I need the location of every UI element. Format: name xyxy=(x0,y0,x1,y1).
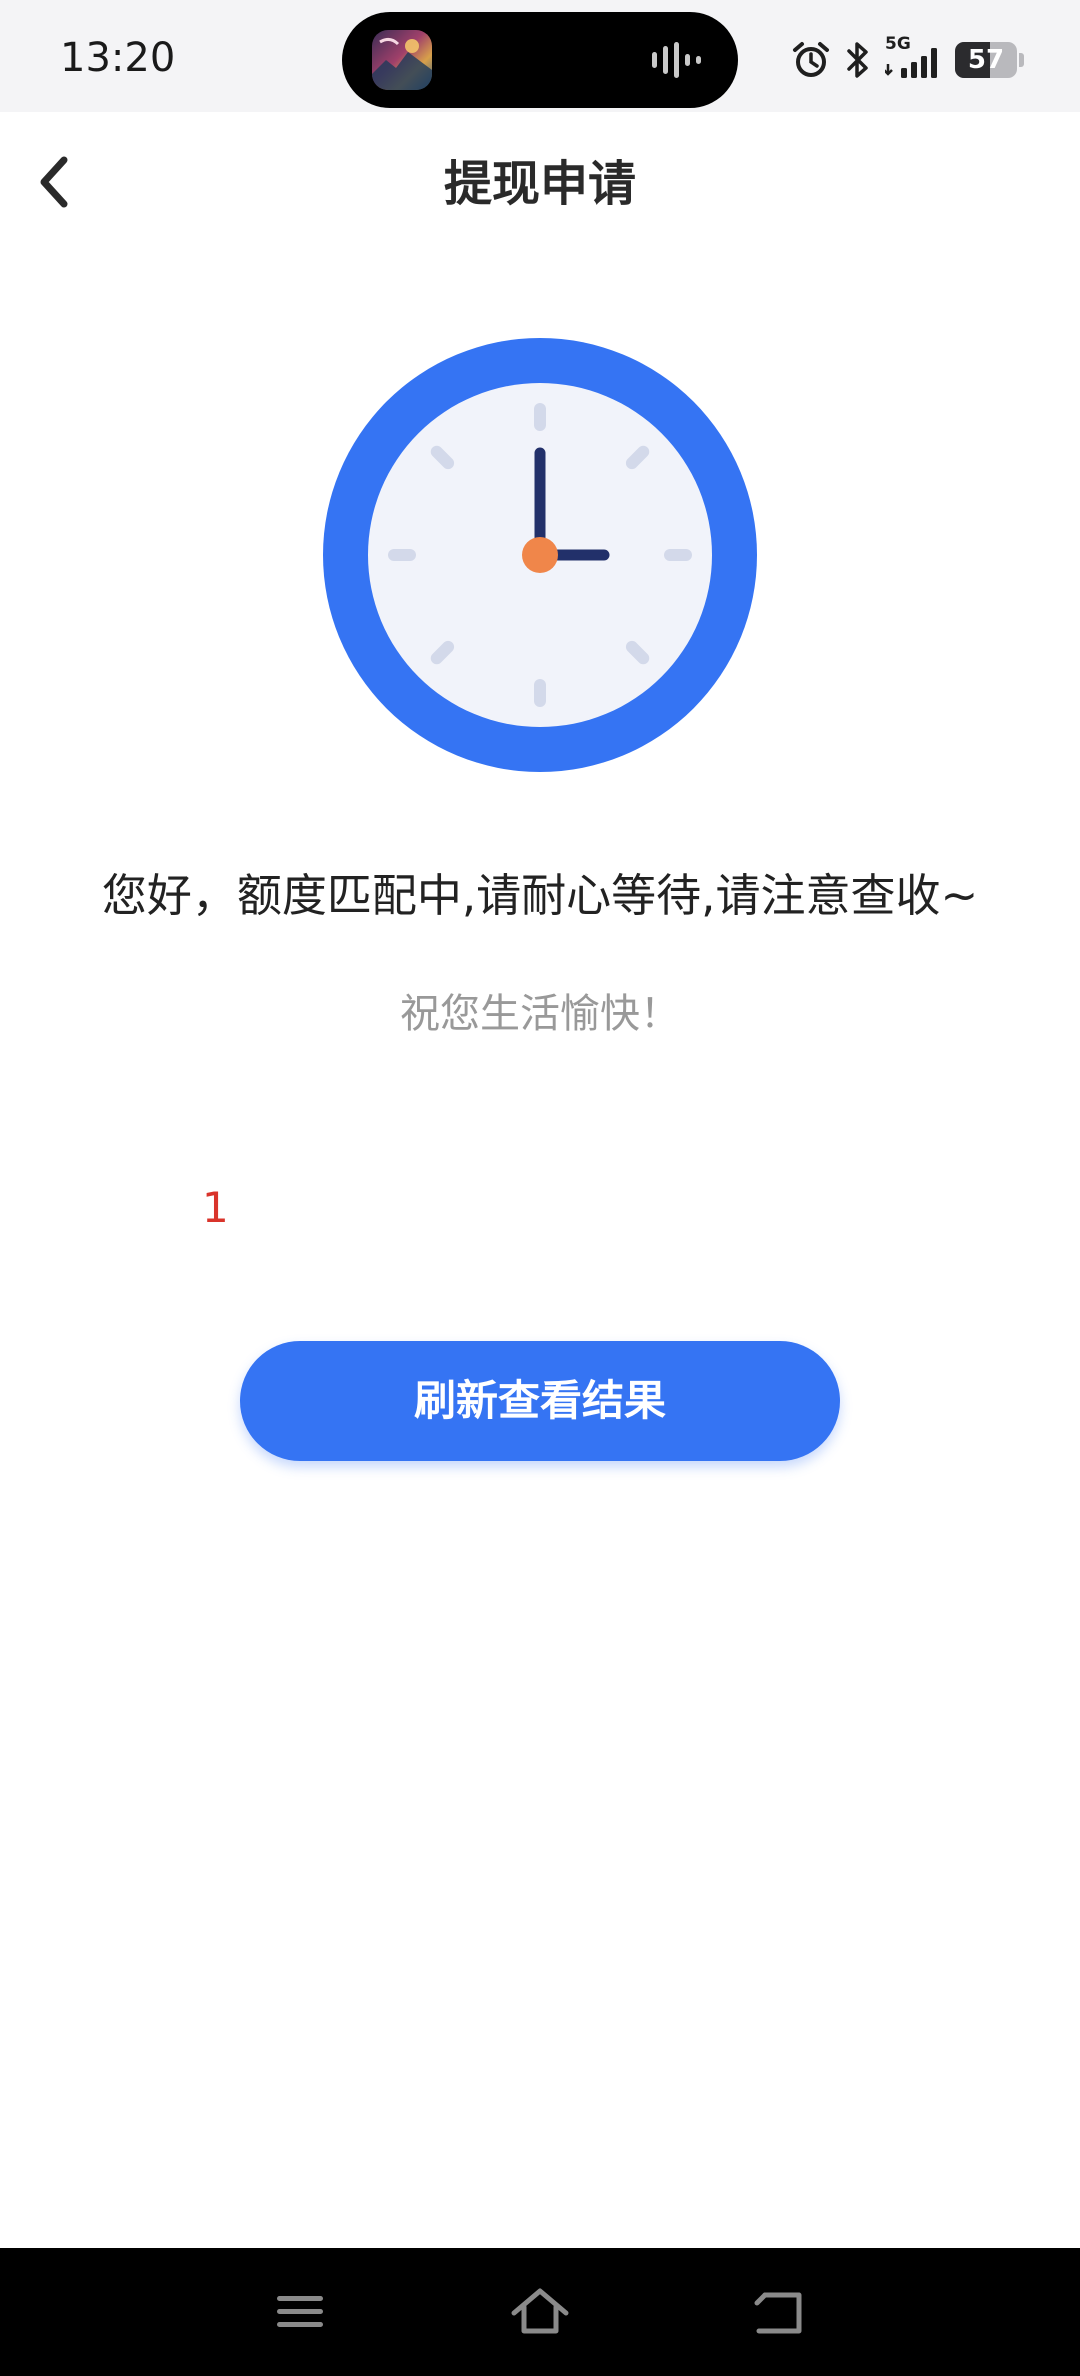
page-title: 提现申请 xyxy=(443,156,636,212)
navigation-bar xyxy=(0,2248,1080,2376)
counter-value: 1 xyxy=(202,1183,229,1232)
media-thumbnail-icon xyxy=(372,30,432,90)
home-icon xyxy=(511,2288,569,2334)
refresh-result-button[interactable]: 刷新查看结果 xyxy=(240,1341,840,1461)
clock-tick xyxy=(625,640,650,665)
clock-tick xyxy=(430,640,455,665)
status-message: 您好，额度匹配中,请耐心等待,请注意查收~ xyxy=(101,869,979,922)
status-time: 13:20 xyxy=(60,35,176,81)
menu-icon xyxy=(277,2296,323,2327)
nav-menu-button[interactable] xyxy=(260,2274,340,2350)
alarm-icon xyxy=(793,42,829,77)
battery-icon: 57 xyxy=(955,42,1017,78)
clock-tick xyxy=(625,445,650,470)
dynamic-island[interactable] xyxy=(342,12,738,108)
back-icon xyxy=(754,2292,802,2334)
header: 提现申请 xyxy=(0,112,1080,256)
status-icons: 5G 57 xyxy=(791,32,1024,88)
battery-level: 57 xyxy=(967,45,1005,75)
nav-back-button[interactable] xyxy=(740,2274,820,2350)
clock-pivot xyxy=(522,537,558,573)
bluetooth-icon xyxy=(847,42,868,78)
nav-home-button[interactable] xyxy=(500,2274,580,2350)
status-bar: 13:20 5G 57 xyxy=(0,0,1080,112)
battery-tip xyxy=(1019,53,1024,67)
greeting-message: 祝您生活愉快！ xyxy=(400,991,680,1037)
signal-indicator: 5G xyxy=(885,34,941,80)
clock-icon xyxy=(323,338,757,772)
audio-wave-icon xyxy=(652,42,701,78)
signal-icon xyxy=(885,48,937,78)
clock-tick xyxy=(430,445,455,470)
screen: 13:20 5G 57 提现申请 您好，额度匹配中,请耐心等待,请注意查收~ 祝… xyxy=(0,0,1080,2376)
